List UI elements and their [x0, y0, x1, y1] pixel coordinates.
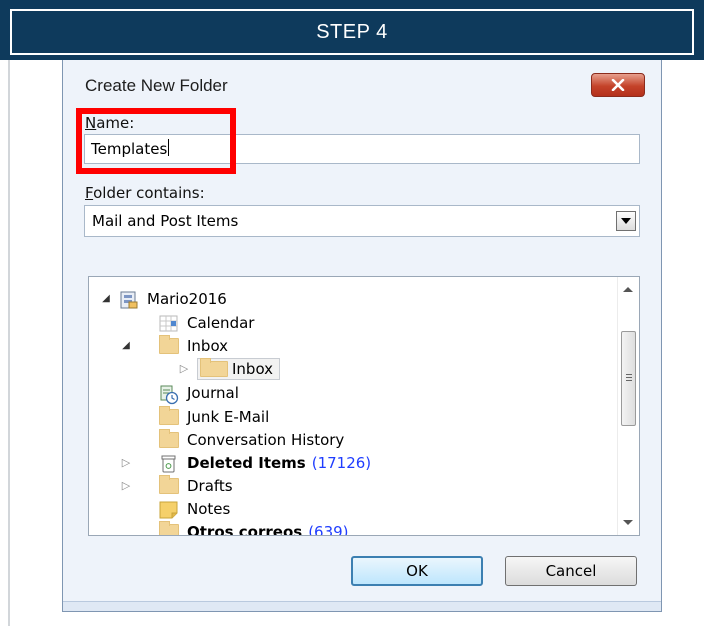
tree-item-label: Deleted Items [187, 453, 306, 472]
close-button[interactable] [591, 73, 645, 97]
tree-item-label: Calendar [187, 313, 255, 332]
chevron-down-icon[interactable] [616, 211, 636, 231]
tree-item-label: Mario2016 [147, 289, 227, 308]
folder-contains-value: Mail and Post Items [92, 212, 239, 230]
dialog-title: Create New Folder [85, 76, 228, 95]
expanded-arrow-icon[interactable]: ◢ [99, 292, 113, 306]
cancel-button[interactable]: Cancel [505, 556, 637, 586]
tree-item-label: Notes [187, 499, 231, 518]
tree-item-label: Conversation History [187, 430, 345, 449]
expanded-arrow-icon[interactable]: ◢ [119, 339, 133, 353]
folder-icon [200, 357, 228, 377]
folder-tree[interactable]: ◢ Mario2016 Calendar ◢ Inbox ▷ Inbox Jou… [88, 276, 640, 536]
screenshot-root: STEP 4 Create New Folder Name: Templates… [0, 0, 704, 626]
tree-item-deleted-items[interactable]: ▷ Deleted Items (17126) [122, 451, 372, 474]
create-new-folder-dialog: Create New Folder Name: Templates Folder… [62, 60, 662, 612]
scroll-up-icon[interactable] [623, 287, 633, 292]
step-banner: STEP 4 [0, 0, 704, 60]
banner-title: STEP 4 [316, 20, 388, 43]
banner-frame: STEP 4 [10, 9, 694, 55]
tree-item-label: Junk E-Mail [187, 407, 270, 426]
folder-icon [159, 428, 179, 448]
tree-item-calendar[interactable]: Calendar [139, 311, 254, 334]
page-left-border [8, 60, 10, 626]
tree-item-conversation-history[interactable]: Conversation History [139, 428, 344, 451]
folder-icon [159, 405, 179, 425]
tree-item-notes[interactable]: Notes [139, 497, 230, 520]
journal-icon [159, 385, 179, 404]
scroll-thumb[interactable] [621, 331, 636, 426]
collapsed-arrow-icon[interactable]: ▷ [119, 456, 133, 470]
folder-contains-text: older contains: [93, 184, 205, 202]
tree-item-inbox[interactable]: ◢ Inbox [122, 334, 229, 357]
notes-icon [159, 501, 179, 518]
mailbox-icon [119, 291, 139, 308]
tree-item-label: Inbox [232, 359, 274, 378]
selected-folder[interactable]: Inbox [197, 357, 281, 380]
tree-item-mario2016[interactable]: ◢ Mario2016 [99, 287, 227, 310]
tree-item-otros-correos[interactable]: Otros correos (639) [139, 520, 349, 536]
red-highlight-box [76, 108, 236, 174]
tree-item-junk-email[interactable]: Junk E-Mail [139, 405, 269, 428]
folder-contains-accelerator: F [85, 184, 94, 202]
unread-count: (17126) [311, 453, 372, 472]
grip-icon [626, 374, 632, 381]
tree-item-label: Journal [187, 383, 239, 402]
tree-item-inbox-sub[interactable]: ▷ Inbox [177, 357, 281, 380]
collapsed-arrow-icon[interactable]: ▷ [177, 362, 191, 376]
tree-item-label: Otros correos [187, 522, 303, 536]
trash-icon [159, 455, 179, 472]
scroll-down-icon[interactable] [623, 520, 633, 525]
close-icon [611, 79, 625, 91]
folder-icon [159, 334, 179, 354]
folder-contains-label: Folder contains: [85, 184, 205, 202]
vertical-scrollbar[interactable] [617, 277, 639, 535]
tree-item-label: Inbox [187, 336, 229, 355]
tree-item-journal[interactable]: Journal [139, 381, 239, 404]
unread-count: (639) [308, 522, 349, 536]
calendar-icon [159, 315, 179, 331]
folder-contains-select[interactable]: Mail and Post Items [84, 205, 640, 237]
collapsed-arrow-icon[interactable]: ▷ [119, 479, 133, 493]
folder-icon [159, 520, 179, 535]
dialog-bottom-edge [63, 601, 661, 611]
ok-button[interactable]: OK [351, 556, 483, 586]
tree-item-drafts[interactable]: ▷ Drafts [122, 474, 233, 497]
folder-icon [159, 474, 179, 494]
tree-item-label: Drafts [187, 476, 233, 495]
